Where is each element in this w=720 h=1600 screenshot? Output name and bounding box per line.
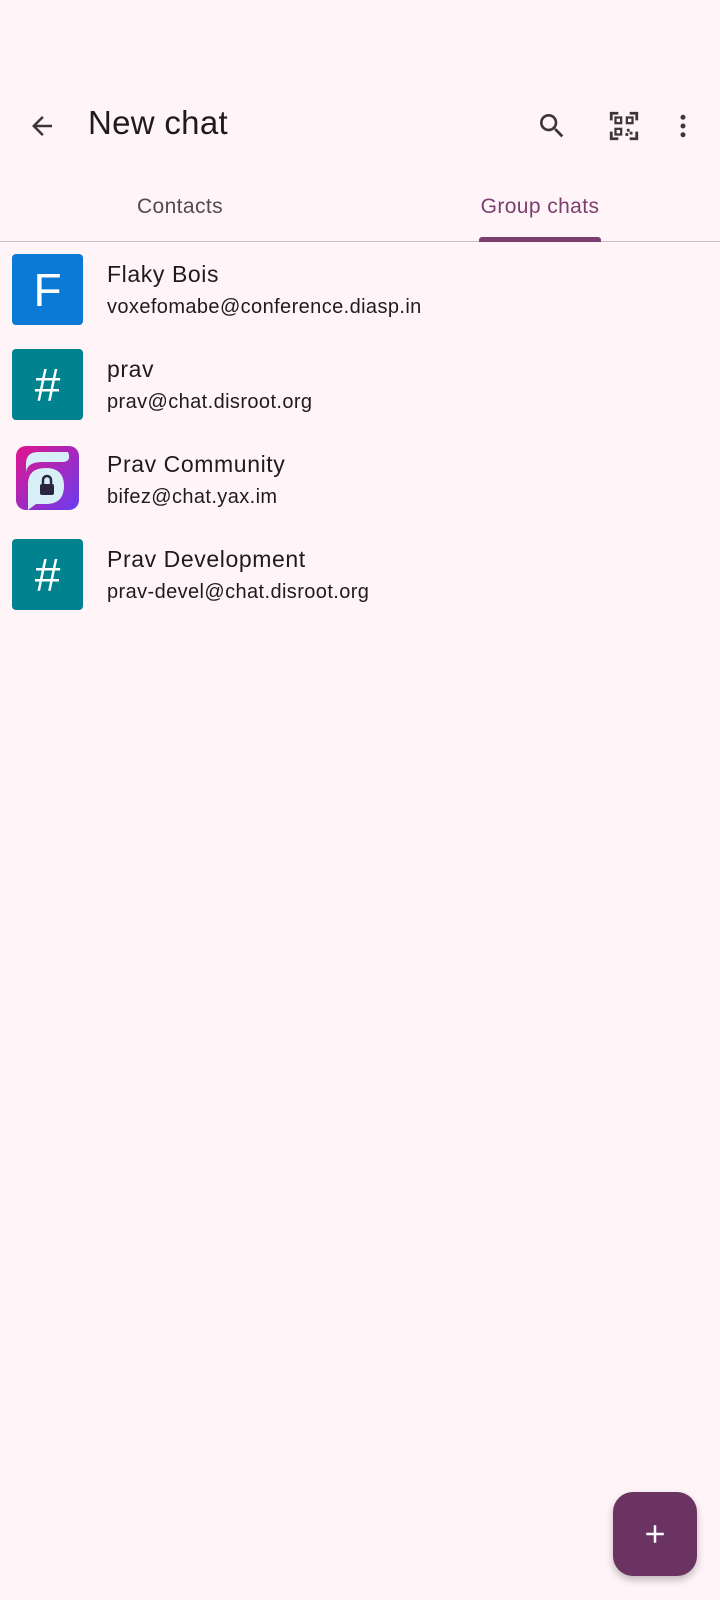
more-options-button[interactable]	[665, 104, 701, 148]
tab-contacts[interactable]: Contacts	[0, 172, 360, 242]
prav-logo-icon	[16, 446, 79, 510]
page-title: New chat	[88, 104, 228, 141]
add-icon	[646, 1525, 664, 1543]
list-item[interactable]: F Flaky Bois voxefomabe@conference.diasp…	[0, 243, 720, 338]
avatar	[12, 444, 83, 515]
tab-indicator	[479, 237, 601, 242]
group-chat-list: F Flaky Bois voxefomabe@conference.diasp…	[0, 243, 720, 623]
status-bar	[0, 0, 720, 84]
avatar-letter: #	[34, 358, 61, 411]
search-icon	[540, 114, 564, 138]
back-button[interactable]	[22, 106, 62, 146]
group-address: bifez@chat.yax.im	[107, 486, 278, 508]
avatar: #	[12, 539, 83, 610]
more-vert-icon	[680, 114, 686, 138]
group-address: prav@chat.disroot.org	[107, 391, 313, 413]
arrow-back-icon	[32, 116, 52, 136]
avatar: F	[12, 254, 83, 325]
create-group-button[interactable]	[613, 1492, 697, 1576]
avatar-letter: F	[33, 263, 62, 316]
group-address: prav-devel@chat.disroot.org	[107, 581, 370, 603]
tab-group-chats[interactable]: Group chats	[360, 172, 720, 242]
list-item[interactable]: # prav prav@chat.disroot.org	[0, 338, 720, 433]
tab-bar: Contacts Group chats	[0, 172, 720, 242]
list-item[interactable]: # Prav Development prav-devel@chat.disro…	[0, 528, 720, 623]
group-name: Flaky Bois	[107, 261, 220, 287]
group-name: Prav Development	[107, 546, 306, 572]
scan-qr-button[interactable]	[602, 104, 646, 148]
group-address: voxefomabe@conference.diasp.in	[107, 296, 422, 318]
group-name: Prav Community	[107, 451, 286, 477]
avatar-letter: #	[34, 548, 61, 601]
search-button[interactable]	[530, 104, 574, 148]
group-name: prav	[107, 356, 155, 382]
qr-code-scan-icon	[609, 111, 639, 141]
list-item[interactable]: Prav Community bifez@chat.yax.im	[0, 433, 720, 528]
app-bar: New chat	[0, 84, 720, 166]
avatar: #	[12, 349, 83, 420]
